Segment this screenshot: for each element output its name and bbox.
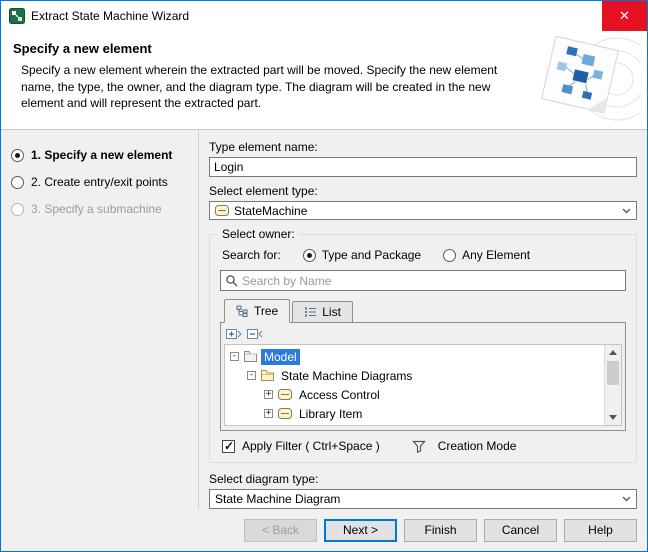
scrollbar-track[interactable]: [605, 385, 621, 410]
expand-toggle-icon[interactable]: +: [264, 390, 273, 399]
type-and-package-label: Type and Package: [322, 248, 421, 262]
diagram-type-label: Select diagram type:: [209, 472, 637, 486]
step-1-label: 1. Specify a new element: [31, 148, 172, 162]
radio-any-element[interactable]: Any Element: [443, 248, 530, 262]
tree-item-access-control[interactable]: + Access Control: [225, 385, 604, 404]
step-2-label: 2. Create entry/exit points: [31, 175, 168, 189]
close-button[interactable]: ✕: [602, 1, 647, 31]
tree-item-label: State Machine Diagrams: [278, 368, 415, 384]
wizard-form: Type element name: Select element type: …: [199, 130, 647, 509]
element-type-label: Select element type:: [209, 184, 637, 198]
wizard-content: 1. Specify a new element 2. Create entry…: [1, 130, 647, 509]
expand-toggle-icon[interactable]: +: [264, 409, 273, 418]
next-button[interactable]: Next >: [324, 519, 397, 542]
tree-tab-panel: - Model - State: [220, 322, 626, 431]
tree-scrollbar[interactable]: [604, 345, 621, 425]
collapse-all-icon[interactable]: [247, 327, 263, 341]
step-3-label: 3. Specify a submachine: [31, 202, 162, 216]
expand-all-icon[interactable]: [226, 327, 242, 341]
search-for-label: Search for:: [222, 248, 281, 262]
list-icon: [304, 306, 317, 318]
chevron-down-icon: [622, 208, 631, 214]
apply-filter-label: Apply Filter ( Ctrl+Space ): [242, 439, 380, 453]
select-owner-legend: Select owner:: [218, 227, 299, 241]
owner-search-box[interactable]: [220, 270, 626, 291]
cancel-button[interactable]: Cancel: [484, 519, 557, 542]
element-type-combobox[interactable]: StateMachine: [209, 201, 637, 221]
window-title: Extract State Machine Wizard: [31, 9, 189, 23]
wizard-steps: 1. Specify a new element 2. Create entry…: [1, 130, 199, 509]
step-1-specify-new-element[interactable]: 1. Specify a new element: [11, 148, 192, 162]
owner-search-input[interactable]: [242, 272, 621, 289]
statemachine-icon: [215, 205, 229, 216]
triangle-up-icon: [609, 350, 617, 355]
finish-button[interactable]: Finish: [404, 519, 477, 542]
step-3-radio: [11, 203, 24, 216]
select-owner-group: Select owner: Search for: Type and Packa…: [209, 234, 637, 463]
search-for-row: Search for: Type and Package Any Element: [220, 248, 626, 262]
extract-state-machine-wizard-dialog: Extract State Machine Wizard ✕ Specify a…: [0, 0, 648, 552]
any-element-radio-icon: [443, 249, 456, 262]
owner-tabs: Tree List: [220, 299, 626, 322]
tree-item-state-machine-diagrams[interactable]: - State Machine Diagrams: [225, 366, 604, 385]
step-2-radio[interactable]: [11, 176, 24, 189]
close-icon: ✕: [619, 8, 630, 24]
wizard-artwork: [519, 35, 641, 123]
app-icon: [9, 8, 25, 24]
radio-type-and-package[interactable]: Type and Package: [303, 248, 421, 262]
tab-list[interactable]: List: [292, 301, 353, 322]
search-icon: [225, 274, 239, 288]
any-element-label: Any Element: [462, 248, 530, 262]
folder-icon: [261, 370, 274, 381]
tree-item-label: Access Control: [296, 387, 383, 403]
step-3-specify-submachine: 3. Specify a submachine: [11, 202, 192, 216]
tree-item-label: Library Item: [296, 406, 365, 422]
triangle-down-icon: [609, 415, 617, 420]
scroll-down-button[interactable]: [605, 410, 621, 425]
back-button[interactable]: < Back: [244, 519, 317, 542]
scrollbar-thumb[interactable]: [607, 361, 619, 385]
apply-filter-checkbox[interactable]: Apply Filter ( Ctrl+Space ): [222, 439, 380, 453]
tree-view: - Model - State: [225, 345, 604, 425]
tree-item-model[interactable]: - Model: [225, 347, 604, 366]
diagram-type-combobox[interactable]: State Machine Diagram: [209, 489, 637, 509]
step-1-radio[interactable]: [11, 149, 24, 162]
element-type-value: StateMachine: [234, 204, 307, 218]
help-button[interactable]: Help: [564, 519, 637, 542]
collapse-toggle-icon[interactable]: -: [230, 352, 239, 361]
titlebar[interactable]: Extract State Machine Wizard ✕: [1, 1, 647, 31]
type-and-package-radio-icon: [303, 249, 316, 262]
step-2-create-entry-exit-points[interactable]: 2. Create entry/exit points: [11, 175, 192, 189]
owner-tree: - Model - State: [224, 344, 622, 426]
funnel-icon[interactable]: [412, 440, 426, 453]
chevron-down-icon: [622, 496, 631, 502]
tree-toolbar: [224, 326, 622, 344]
element-name-label: Type element name:: [209, 140, 637, 154]
scroll-up-button[interactable]: [605, 345, 621, 360]
tab-tree-label: Tree: [254, 304, 278, 318]
checkbox-icon: [222, 440, 235, 453]
statemachine-icon: [278, 389, 292, 400]
wizard-header: Specify a new element Specify a new elem…: [1, 31, 647, 130]
page-description: Specify a new element wherein the extrac…: [21, 62, 526, 112]
tree-item-library-item[interactable]: + Library Item: [225, 404, 604, 423]
filter-row: Apply Filter ( Ctrl+Space ) Creation Mod…: [220, 439, 626, 453]
tree-icon: [236, 305, 249, 317]
tree-item-label: Model: [261, 349, 300, 365]
tab-list-label: List: [322, 305, 341, 319]
package-icon: [244, 351, 257, 362]
collapse-toggle-icon[interactable]: -: [247, 371, 256, 380]
element-name-input[interactable]: [209, 157, 637, 177]
creation-mode-label: Creation Mode: [438, 439, 517, 453]
button-bar: < Back Next > Finish Cancel Help: [1, 509, 647, 551]
statemachine-icon: [278, 408, 292, 419]
tab-tree[interactable]: Tree: [224, 299, 290, 323]
diagram-type-value: State Machine Diagram: [215, 492, 340, 506]
